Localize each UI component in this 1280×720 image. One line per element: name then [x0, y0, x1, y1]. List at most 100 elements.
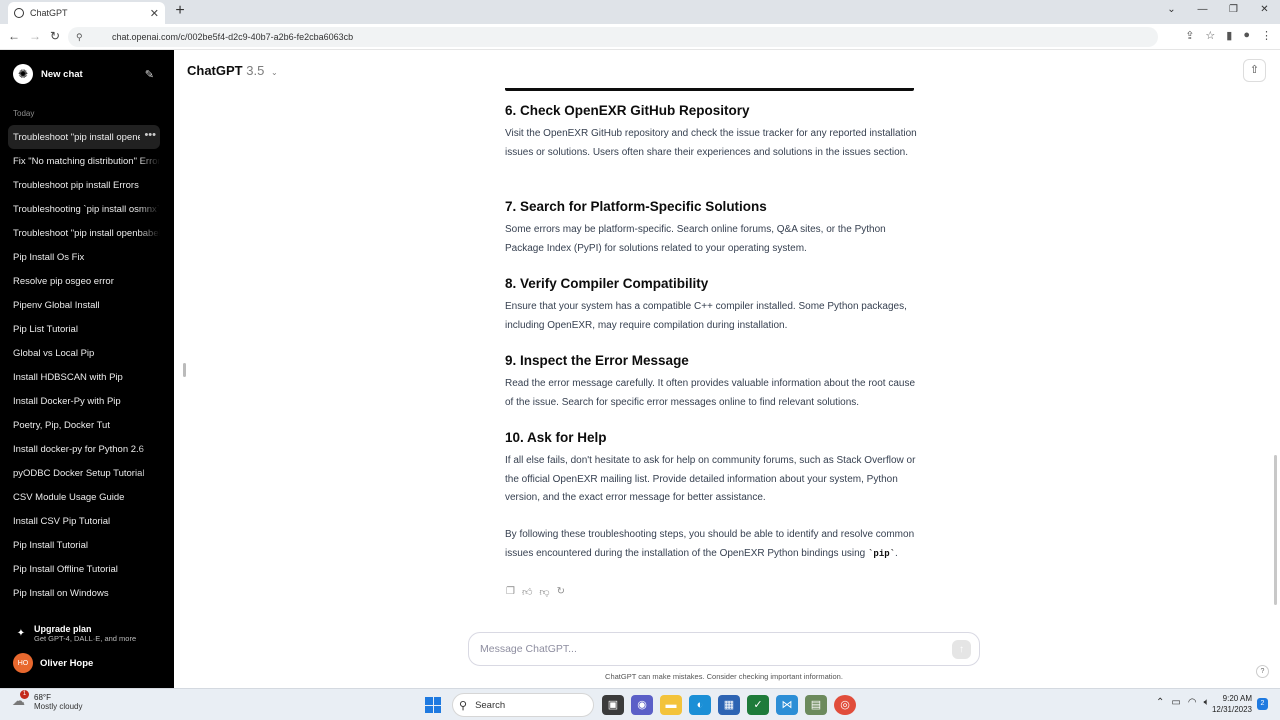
windows-start-icon[interactable] [425, 697, 441, 713]
site-info-icon[interactable]: ⚲ [76, 32, 86, 43]
chrome-icon[interactable]: ◎ [834, 695, 856, 715]
image-app-icon[interactable]: ▤ [805, 695, 827, 715]
browser-toolbar: ⇪ ☆ ▮ ● ⋮ [1185, 29, 1272, 42]
tab-search-icon[interactable]: ⌄ [1156, 0, 1187, 24]
sidebar-chat-item[interactable]: Install Docker-Py with Pip [8, 389, 160, 413]
bookmark-star-icon[interactable]: ☆ [1205, 29, 1215, 42]
sidebar-chat-item[interactable]: Pip Install Offline Tutorial [8, 557, 160, 581]
fade-overlay [138, 245, 160, 269]
sidebar-chat-item[interactable]: Install CSV Pip Tutorial [8, 509, 160, 533]
volume-icon[interactable]: 🔈︎ [1204, 697, 1210, 708]
temperature: 68°F [34, 693, 51, 702]
fade-overlay [138, 293, 160, 317]
sidebar-chat-item[interactable]: Global vs Local Pip [8, 341, 160, 365]
forward-icon[interactable]: → [27, 29, 43, 43]
sidebar-chat-item[interactable]: Resolve pip osgeo error [8, 269, 160, 293]
new-tab-button[interactable]: + [172, 2, 188, 20]
sidebar-chat-item[interactable]: Pipenv Global Install [8, 293, 160, 317]
sidebar-chat-item[interactable]: Troubleshoot "pip install openbabel" [8, 221, 160, 245]
taskbar-clock[interactable]: 9:20 AM 12/31/2023 [1210, 693, 1252, 715]
share-chat-button[interactable]: ⇧ [1243, 59, 1266, 82]
address-bar-row: ← → ↻ ⚲ chat.openai.com/c/002be5f4-d2c9-… [0, 24, 1280, 50]
display-icon[interactable]: ▭ [1171, 697, 1180, 708]
network-icon[interactable]: ◠ [1188, 697, 1197, 708]
back-icon[interactable]: ← [6, 29, 22, 43]
send-button[interactable]: ↑ [952, 640, 971, 659]
model-selector[interactable]: ChatGPT 3.5 ⌄ [187, 63, 278, 78]
task-view-icon[interactable]: ▣ [602, 695, 624, 715]
cloud-icon: ☁ 1 [12, 690, 30, 711]
section-9: 9. Inspect the Error Message Read the er… [505, 353, 917, 412]
weather-widget[interactable]: ☁ 1 68°F Mostly cloudy [12, 690, 83, 711]
sidebar-chat-label: Install docker-py for Python 2.6 [13, 443, 144, 455]
copy-icon[interactable]: ❐ [506, 586, 515, 598]
sidebar-chat-label: Global vs Local Pip [13, 347, 95, 359]
sidebar-chat-item[interactable]: Install docker-py for Python 2.6 [8, 437, 160, 461]
edge-browser-icon[interactable]: ◐ [689, 695, 711, 715]
teams-chat-icon[interactable]: ◉ [631, 695, 653, 715]
sidebar-chat-item[interactable]: Pip Install on Windows [8, 581, 160, 605]
window-controls: ⌄ — ❐ ✕ [1156, 0, 1280, 24]
system-tray: ⌃ ▭ ◠ 🔈︎ [1156, 697, 1210, 708]
user-name: Oliver Hope [40, 657, 94, 669]
sidebar-collapse-handle[interactable] [183, 363, 186, 377]
sidebar-chat-item[interactable]: Pip List Tutorial [8, 317, 160, 341]
maximize-button[interactable]: ❐ [1218, 0, 1249, 24]
minimize-button[interactable]: — [1187, 0, 1218, 24]
thumbs-up-icon[interactable]: 👍︎ [522, 586, 532, 598]
sidebar-chat-item[interactable]: pyODBC Docker Setup Tutorial [8, 461, 160, 485]
side-panel-icon[interactable]: ▮ [1226, 29, 1232, 42]
sidebar-chat-item[interactable]: Troubleshoot pip install Errors [8, 173, 160, 197]
help-icon[interactable]: ? [1256, 665, 1269, 678]
sidebar-chat-item[interactable]: Install HDBSCAN with Pip [8, 365, 160, 389]
upgrade-plan-button[interactable]: ✦ Upgrade plan Get GPT-4, DALL·E, and mo… [8, 620, 160, 646]
sidebar-chat-item[interactable]: Fix "No matching distribution" Error [8, 149, 160, 173]
sidebar-chat-label: CSV Module Usage Guide [13, 491, 125, 503]
browser-menu-icon[interactable]: ⋮ [1261, 29, 1272, 42]
fade-overlay [138, 341, 160, 365]
message-input-box[interactable]: Message ChatGPT... ↑ [468, 632, 980, 666]
browser-tab[interactable]: ChatGPT ✕ [8, 2, 165, 24]
store-icon[interactable]: ▦ [718, 695, 740, 715]
thumbs-down-icon[interactable]: 👎︎ [539, 586, 549, 598]
profile-icon[interactable]: ● [1243, 29, 1250, 42]
scrollbar-thumb[interactable] [1274, 455, 1277, 605]
regenerate-icon[interactable]: ↻ [557, 586, 565, 598]
chevron-up-icon[interactable]: ⌃ [1156, 697, 1164, 708]
edit-icon[interactable]: ✎ [145, 68, 154, 81]
disclaimer: ChatGPT can make mistakes. Consider chec… [605, 672, 843, 681]
sidebar-chat-label: Resolve pip osgeo error [13, 275, 114, 287]
message-input-placeholder: Message ChatGPT... [480, 643, 577, 655]
sidebar-chat-label: Pip Install Os Fix [13, 251, 85, 263]
sidebar-chat-label: Pipenv Global Install [13, 299, 100, 311]
weather-condition: Mostly cloudy [34, 702, 83, 711]
share-page-icon[interactable]: ⇪ [1185, 29, 1194, 42]
taskbar-search[interactable]: ⚲ Search [452, 693, 594, 717]
section-heading: 9. Inspect the Error Message [505, 353, 689, 368]
reload-icon[interactable]: ↻ [47, 29, 63, 43]
notification-badge[interactable]: 2 [1257, 698, 1268, 710]
more-options-icon[interactable]: ••• [140, 129, 156, 141]
sidebar-chat-label: Pip List Tutorial [13, 323, 78, 335]
inline-code: `pip` [868, 548, 896, 559]
section-10: 10. Ask for Help If all else fails, don'… [505, 430, 917, 508]
fade-overlay [138, 269, 160, 293]
sidebar-chat-item[interactable]: CSV Module Usage Guide [8, 485, 160, 509]
sidebar-chat-item[interactable]: Pip Install Tutorial [8, 533, 160, 557]
sidebar-chat-item[interactable]: Poetry, Pip, Docker Tut [8, 413, 160, 437]
excel-icon[interactable]: ✓ [747, 695, 769, 715]
chatgpt-favicon-icon [14, 8, 24, 18]
new-chat-button[interactable]: ✺ New chat ✎ [8, 62, 160, 86]
file-explorer-icon[interactable]: ▬ [660, 695, 682, 715]
vscode-icon[interactable]: ⋈ [776, 695, 798, 715]
fade-overlay [138, 533, 160, 557]
close-tab-icon[interactable]: ✕ [150, 7, 159, 20]
close-window-button[interactable]: ✕ [1249, 0, 1280, 24]
section-heading: 6. Check OpenEXR GitHub Repository [505, 103, 750, 118]
sidebar-chat-item[interactable]: Troubleshoot "pip install openexr" ••• [8, 125, 160, 149]
user-menu[interactable]: HO Oliver Hope [13, 653, 93, 673]
url-field[interactable]: ⚲ chat.openai.com/c/002be5f4-d2c9-40b7-a… [68, 27, 1158, 47]
sidebar-chat-item[interactable]: Troubleshooting `pip install osmnx` [8, 197, 160, 221]
sidebar-chat-item[interactable]: Pip Install Os Fix [8, 245, 160, 269]
fade-overlay [138, 221, 160, 245]
